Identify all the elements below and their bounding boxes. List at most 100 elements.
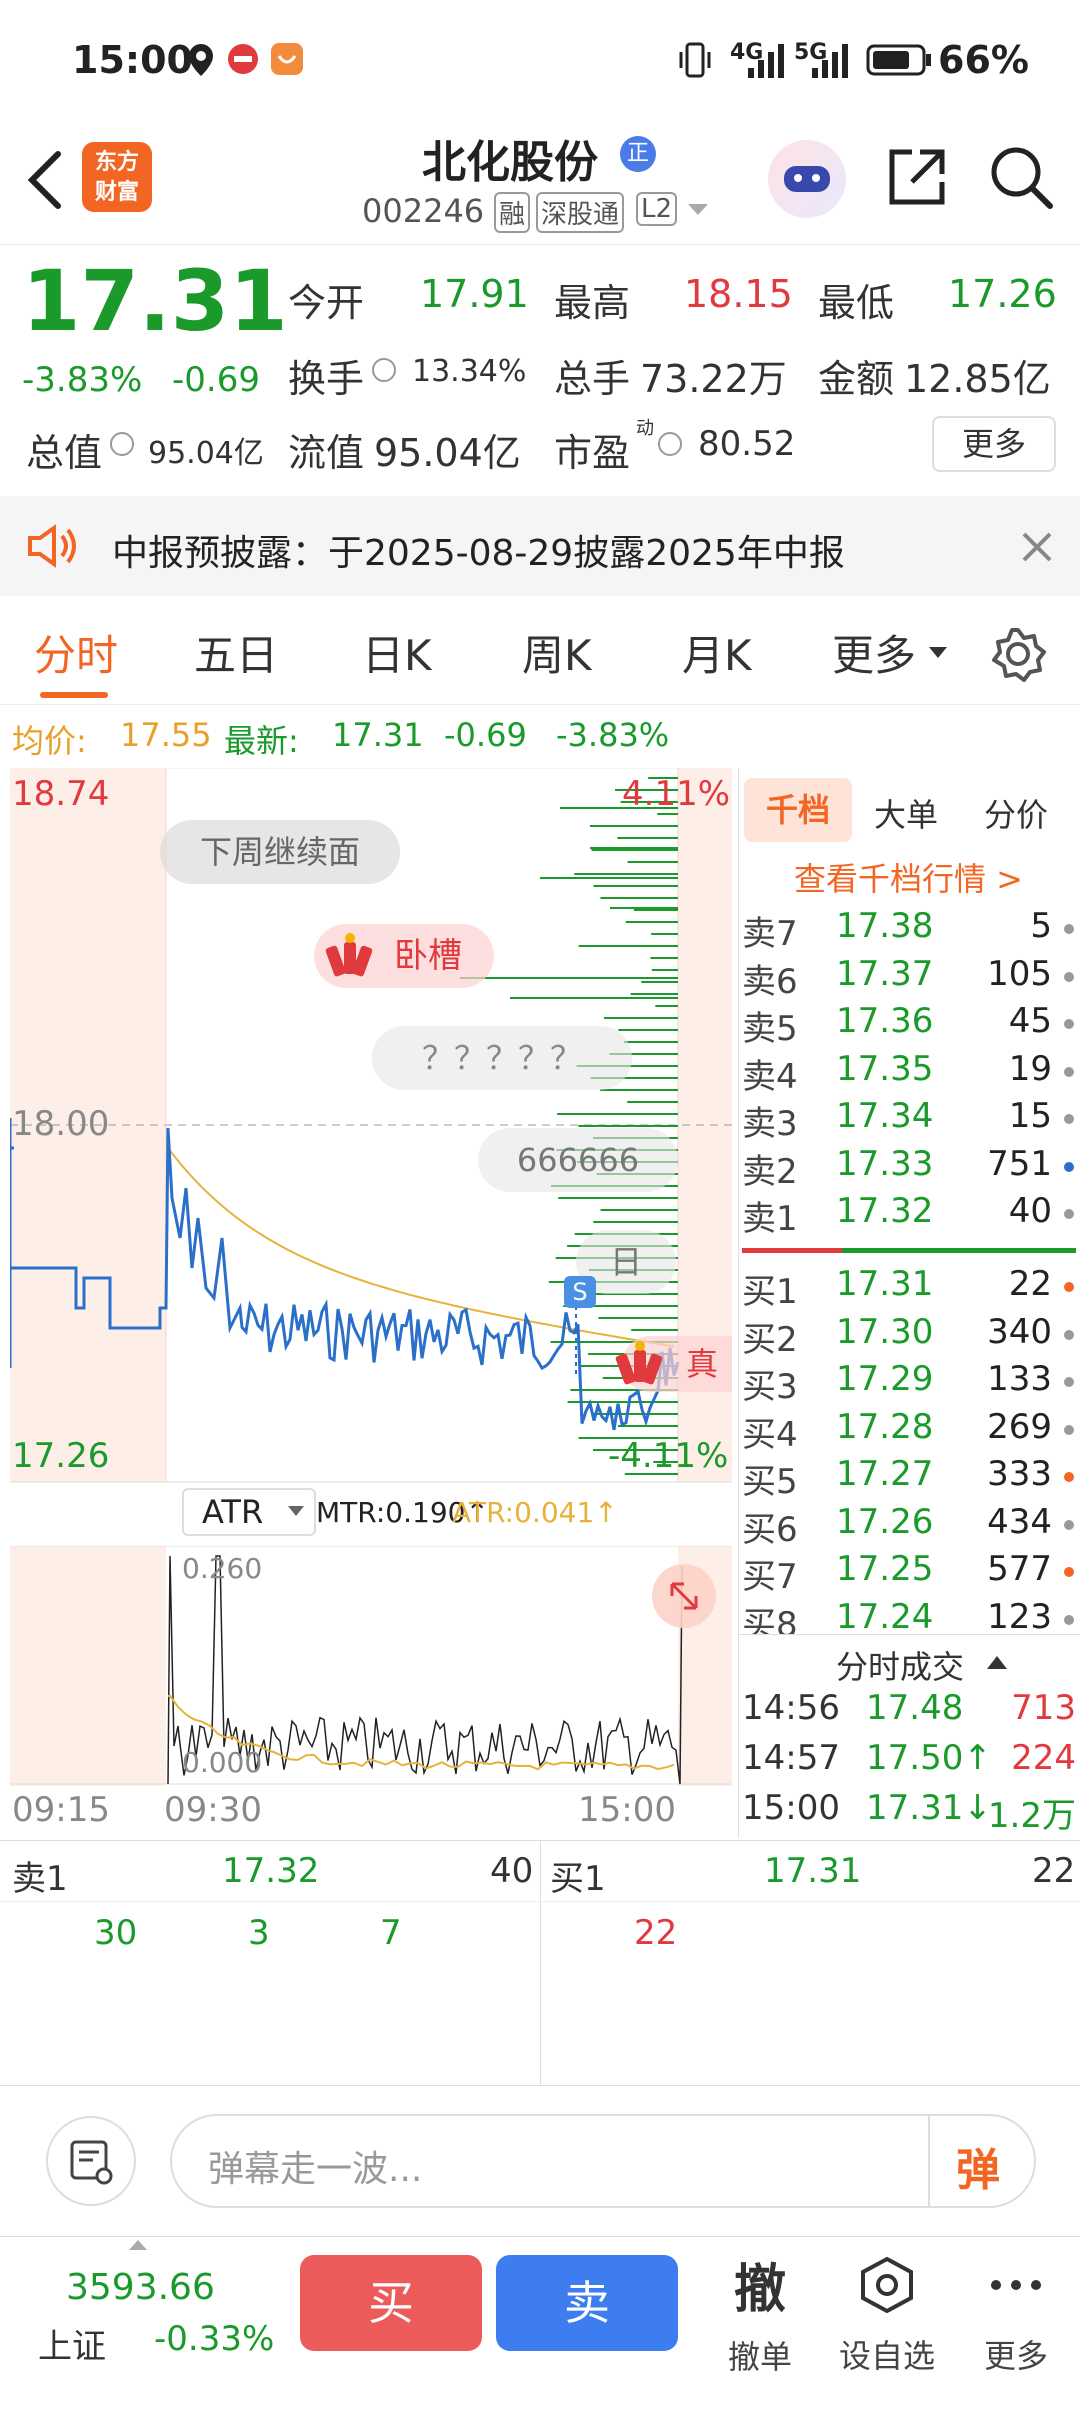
trade-time: 14:57: [742, 1738, 840, 1778]
bids-row[interactable]: 买2 17.30 340: [738, 1312, 1080, 1360]
asks-price: 17.33: [836, 1143, 934, 1184]
tab-daily-k[interactable]: 日K: [362, 622, 432, 683]
tab-more[interactable]: 更多: [832, 622, 916, 683]
shop-notify-icon: [271, 43, 303, 75]
chevron-up-icon[interactable]: [986, 1654, 1008, 1670]
asks-row[interactable]: 卖2 17.33 751: [738, 1144, 1080, 1192]
index-expand-icon[interactable]: [128, 2239, 148, 2251]
queue-panel: 卖1 17.32 40 买1 17.31 22 30 3 7 22: [0, 1840, 1080, 2086]
sub-bottom-label: 0.000: [182, 1746, 263, 1779]
bids-row[interactable]: 买3 17.29 133: [738, 1359, 1080, 1407]
chevron-down-icon[interactable]: [686, 202, 710, 218]
asks-row[interactable]: 卖5 17.36 45: [738, 1001, 1080, 1049]
more-quote-button[interactable]: 更多: [932, 416, 1056, 472]
buy-button[interactable]: 买: [300, 2255, 482, 2351]
chart-tabs: 分时 五日 日K 周K 月K 更多: [0, 600, 1080, 705]
asks-row[interactable]: 卖3 17.34 15: [738, 1096, 1080, 1144]
pct-bottom-label: -4.11%: [608, 1436, 729, 1476]
pe-value: 80.52: [698, 424, 796, 464]
tab-weekly-k[interactable]: 周K: [522, 622, 592, 683]
queue-buy-price: 17.31: [764, 1851, 862, 1891]
bids-price: 17.27: [836, 1454, 934, 1494]
pct-value: -3.83%: [556, 716, 670, 754]
queue-sell-vol: 40: [490, 1851, 534, 1891]
bids-volume: 577: [987, 1549, 1052, 1589]
cancel-label: 撤单: [727, 2338, 792, 2376]
danmu-input[interactable]: 弹幕走一波... 弹: [170, 2114, 1036, 2208]
bids-volume: 340: [987, 1311, 1052, 1352]
battery-percent: 66%: [938, 38, 1029, 82]
tab-qiandang[interactable]: 千档: [744, 778, 852, 842]
trade-volume: 1.2万: [987, 1796, 1076, 1836]
gear-icon[interactable]: [990, 626, 1046, 682]
order-dot-icon: [1064, 1114, 1074, 1124]
danmu-settings-icon[interactable]: [46, 2116, 136, 2206]
status-bar: 15:00 4G 5G 66%: [0, 0, 1080, 120]
assistant-robot-icon[interactable]: [768, 140, 846, 218]
asks-row[interactable]: 卖1 17.32 40: [738, 1191, 1080, 1239]
index-name: 上证: [38, 2327, 106, 2367]
indicator-name: ATR: [202, 1493, 264, 1531]
signal-icon-1: [748, 44, 784, 78]
add-watchlist-button[interactable]: 设自选: [832, 2255, 942, 2405]
bids-volume: 333: [987, 1454, 1052, 1494]
mktcap-value: 95.04亿: [148, 436, 264, 471]
bids-row[interactable]: 买6 17.26 434: [738, 1502, 1080, 1550]
bids-row[interactable]: 买7 17.25 577: [738, 1549, 1080, 1597]
last-value: 17.31: [332, 716, 424, 754]
info-dots-icon[interactable]: [372, 358, 396, 382]
order-dot-icon: [1064, 1424, 1074, 1435]
share-icon[interactable]: [884, 144, 950, 210]
info-dots-icon-3[interactable]: [658, 432, 682, 456]
bids-row[interactable]: 买1 17.31 22: [738, 1264, 1080, 1312]
speaker-icon: [28, 524, 76, 568]
asks-volume: 105: [987, 953, 1052, 994]
asks-volume: 15: [1008, 1096, 1052, 1136]
sell-signal-marker[interactable]: S: [564, 1276, 596, 1308]
bids-label: 买2: [742, 1319, 798, 1360]
search-icon[interactable]: [986, 142, 1056, 212]
indicator-select[interactable]: ATR: [182, 1488, 316, 1536]
change-pct: -3.83%: [22, 360, 143, 400]
bids-price: 17.26: [836, 1501, 934, 1542]
back-arrow-icon[interactable]: [24, 150, 64, 210]
sell-queue-item: 30: [94, 1913, 138, 1953]
notice-bar[interactable]: 中报预披露：于2025-08-29披露2025年中报: [0, 496, 1080, 596]
amount-label: 金额: [818, 357, 895, 401]
intraday-chart[interactable]: 18.74 18.00 17.26 4.11% -4.11% 下周继续面 卧槽 …: [10, 768, 732, 1536]
view-qiandang-link[interactable]: 查看千档行情 >: [794, 854, 1023, 900]
tab-monthly-k[interactable]: 月K: [682, 622, 752, 683]
tab-5day[interactable]: 五日: [194, 622, 278, 683]
trade-time: 15:00: [742, 1788, 840, 1828]
bids-row[interactable]: 买4 17.28 269: [738, 1407, 1080, 1455]
index-value[interactable]: 3593.66: [66, 2267, 215, 2308]
avg-label: 均价:: [12, 722, 87, 760]
tab-price-dist[interactable]: 分价: [984, 790, 1048, 836]
open-label: 今开: [288, 281, 365, 325]
asks-price: 17.37: [836, 953, 934, 994]
danmu-send-button[interactable]: 弹: [956, 2134, 1000, 2198]
sell-button[interactable]: 卖: [496, 2255, 678, 2351]
tab-big-orders[interactable]: 大单: [874, 790, 938, 836]
vibrate-icon: [679, 42, 711, 78]
trades-title[interactable]: 分时成交: [836, 1642, 964, 1688]
tab-intraday[interactable]: 分时: [34, 622, 118, 683]
notice-text: 中报预披露：于2025-08-29披露2025年中报: [112, 533, 845, 574]
info-dots-icon-2[interactable]: [110, 432, 134, 456]
atr-subchart[interactable]: 0.260 0.000: [10, 1546, 732, 1786]
asks-row[interactable]: 卖7 17.38 5: [738, 906, 1080, 954]
asks-row[interactable]: 卖4 17.35 19: [738, 1049, 1080, 1097]
close-icon[interactable]: [1020, 530, 1054, 564]
trade-price: 17.48: [866, 1688, 964, 1728]
bids-row[interactable]: 买5 17.27 333: [738, 1454, 1080, 1502]
bids-row[interactable]: 买8 17.24 123: [738, 1596, 1080, 1635]
atr-value: ATR:0.041↑: [452, 1496, 618, 1529]
low-label: 最低: [818, 281, 895, 325]
asks-row[interactable]: 卖6 17.37 105: [738, 954, 1080, 1002]
y-bottom-label: 17.26: [12, 1436, 110, 1476]
cancel-order-button[interactable]: 撤 撤单: [712, 2247, 808, 2397]
bids-price: 17.24: [836, 1596, 934, 1635]
more-button[interactable]: 更多: [968, 2255, 1064, 2405]
bids-price: 17.29: [836, 1359, 934, 1399]
expand-icon[interactable]: [652, 1564, 716, 1628]
